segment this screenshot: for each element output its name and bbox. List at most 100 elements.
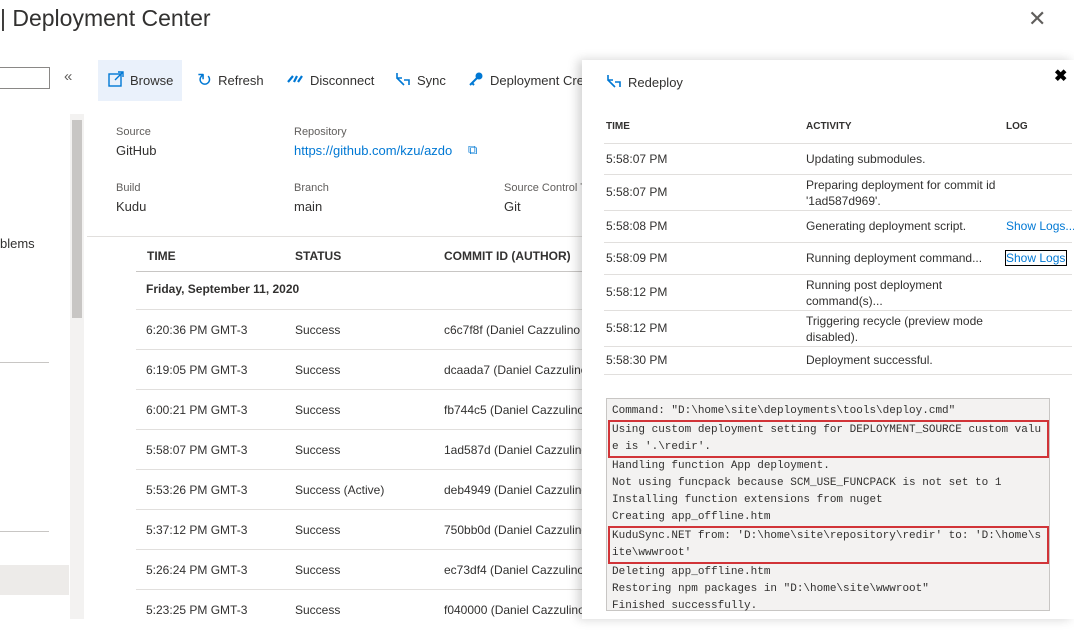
row-time: 5:58:07 PM GMT-3 (146, 443, 248, 457)
row-time: 6:19:05 PM GMT-3 (146, 363, 248, 377)
refresh-label: Refresh (218, 73, 264, 88)
deployment-credentials-button[interactable]: Deployment Cred (468, 60, 582, 101)
row-activity: Updating submodules. (806, 152, 926, 166)
row-status: Success (Active) (295, 483, 385, 497)
row-status: Success (295, 563, 341, 577)
row-status: Success (295, 363, 341, 377)
sidebar-item-selected[interactable] (0, 565, 69, 595)
row-commit[interactable]: deb4949 (Daniel Cazzulino (444, 483, 582, 497)
row-time: 5:58:07 PM (606, 152, 668, 166)
row-activity: Running deployment command... (806, 251, 983, 265)
build-value: Kudu (116, 199, 147, 214)
row-commit[interactable]: f040000 (Daniel Cazzulino (444, 603, 582, 617)
browse-button[interactable]: Browse (98, 60, 182, 101)
close-panel-icon[interactable]: ✖ (1054, 66, 1067, 86)
sync-label: Sync (417, 73, 446, 88)
sidebar-item-label[interactable]: blems (0, 236, 35, 251)
row-activity: Generating deployment script. (806, 219, 967, 233)
redeploy-button[interactable]: Redeploy (606, 73, 683, 92)
branch-value: main (294, 199, 323, 214)
scrollbar-thumb[interactable] (72, 120, 82, 318)
divider (0, 531, 49, 532)
divider (136, 271, 582, 272)
column-header-time: TIME (606, 121, 630, 132)
column-header-time[interactable]: TIME (147, 249, 176, 263)
row-activity: Preparing deployment for commit id '1ad5… (806, 178, 996, 208)
source-label: Source (116, 126, 151, 138)
highlighted-log-entry: KuduSync.NET from: 'D:\home\site\reposit… (608, 526, 1049, 564)
refresh-button[interactable]: ↻ Refresh (197, 60, 264, 101)
collapse-icon[interactable]: « (64, 68, 72, 85)
show-logs-link[interactable]: Show Logs... (1006, 219, 1074, 233)
log-line: KuduSync.NET from: 'D:\home\site\reposit… (612, 530, 1042, 542)
sync-icon (395, 71, 411, 91)
search-input[interactable] (0, 67, 50, 89)
log-line: Deleting app_offline.htm (612, 566, 771, 578)
close-icon[interactable]: ✕ (1028, 8, 1050, 30)
row-activity: Deployment successful. (806, 353, 933, 367)
row-time: 5:58:12 PM (606, 285, 668, 299)
refresh-icon: ↻ (197, 70, 213, 90)
date-group-header: Friday, September 11, 2020 (146, 282, 300, 296)
browse-label: Browse (130, 73, 174, 88)
build-label: Build (116, 182, 141, 194)
row-commit[interactable]: 750bb0d (Daniel Cazzulino (444, 523, 582, 537)
copy-icon[interactable]: ⧉ (468, 142, 477, 158)
table-row[interactable]: 6:20:36 PM GMT-3 Success c6c7f8f (Daniel C… (136, 310, 582, 350)
row-status: Success (295, 523, 341, 537)
log-line: Handling function App deployment. (612, 460, 830, 472)
sync-button[interactable]: Sync (395, 60, 446, 101)
row-commit[interactable]: 1ad587d (Daniel Cazzulino (444, 443, 582, 457)
table-row[interactable]: 5:26:24 PM GMT-3 Success ec73df4 (Daniel C… (136, 550, 582, 590)
divider (87, 236, 582, 237)
activity-row: 5:58:07 PM Preparing deployment for comm… (604, 175, 1072, 211)
row-time: 5:58:12 PM (606, 321, 668, 335)
column-header-activity: ACTIVITY (806, 121, 852, 132)
row-time: 5:58:08 PM (606, 219, 668, 233)
source-control-label: Source Control T (504, 182, 582, 194)
row-time: 5:26:24 PM GMT-3 (146, 563, 248, 577)
log-line: Using custom deployment setting for DEPL… (612, 424, 1042, 436)
table-row[interactable]: 6:00:21 PM GMT-3 Success fb744c5 (Daniel C… (136, 390, 582, 430)
log-line: Command: "D:\home\site\deployments\tools… (612, 405, 956, 417)
page-title: | Deployment Center (0, 5, 211, 31)
activity-row: 5:58:12 PM Triggering recycle (preview m… (604, 311, 1072, 347)
row-commit[interactable]: ec73df4 (Daniel Cazzulino (444, 563, 582, 577)
table-row[interactable]: 5:58:07 PM GMT-3 Success 1ad587d (Daniel C… (136, 430, 582, 470)
branch-label: Branch (294, 182, 329, 194)
activity-row: 5:58:07 PM Updating submodules. (604, 143, 1072, 175)
row-time: 5:58:30 PM (606, 353, 668, 367)
column-header-commit[interactable]: COMMIT ID (AUTHOR) (444, 249, 582, 263)
source-value: GitHub (116, 143, 157, 158)
table-row[interactable]: 5:53:26 PM GMT-3 Success (Active) deb4949 … (136, 470, 582, 510)
log-output: Command: "D:\home\site\deployments\tools… (606, 398, 1050, 612)
repository-link[interactable]: https://github.com/kzu/azdo (294, 143, 452, 158)
log-panel: Redeploy ✖ TIME ACTIVITY LOG 5:58:07 PM … (582, 60, 1074, 619)
column-header-status[interactable]: STATUS (295, 249, 341, 263)
disconnect-label: Disconnect (310, 73, 375, 88)
row-commit[interactable]: fb744c5 (Daniel Cazzulino (444, 403, 582, 417)
disconnect-button[interactable]: Disconnect (286, 60, 374, 101)
row-activity: Triggering recycle (preview mode disable… (806, 314, 983, 344)
row-status: Success (295, 603, 341, 617)
source-control-value: Git (504, 199, 521, 214)
deployment-credentials-label: Deployment Cred (490, 73, 582, 88)
row-time: 5:23:25 PM GMT-3 (146, 603, 248, 617)
log-line: e is '.\redir'. (612, 441, 712, 453)
row-commit[interactable]: c6c7f8f (Daniel Cazzulino (444, 323, 582, 337)
log-line: Creating app_offline.htm (612, 511, 771, 523)
divider (0, 362, 49, 363)
row-commit[interactable]: dcaada7 (Daniel Cazzulino (444, 363, 582, 377)
repository-label: Repository (294, 126, 347, 138)
key-icon (468, 71, 484, 91)
show-logs-link[interactable]: Show Logs... (1005, 250, 1067, 266)
activity-row: 5:58:12 PM Running post deployment comma… (604, 275, 1072, 311)
log-line: Not using funcpack because SCM_USE_FUNCP… (612, 477, 1002, 489)
row-time: 6:00:21 PM GMT-3 (146, 403, 248, 417)
browse-icon (108, 70, 124, 91)
table-row[interactable]: 5:23:25 PM GMT-3 Success f040000 (Daniel C… (136, 590, 582, 630)
table-row[interactable]: 6:19:05 PM GMT-3 Success dcaada7 (Daniel C… (136, 350, 582, 390)
row-status: Success (295, 403, 341, 417)
row-status: Success (295, 323, 341, 337)
table-row[interactable]: 5:37:12 PM GMT-3 Success 750bb0d (Daniel C… (136, 510, 582, 550)
